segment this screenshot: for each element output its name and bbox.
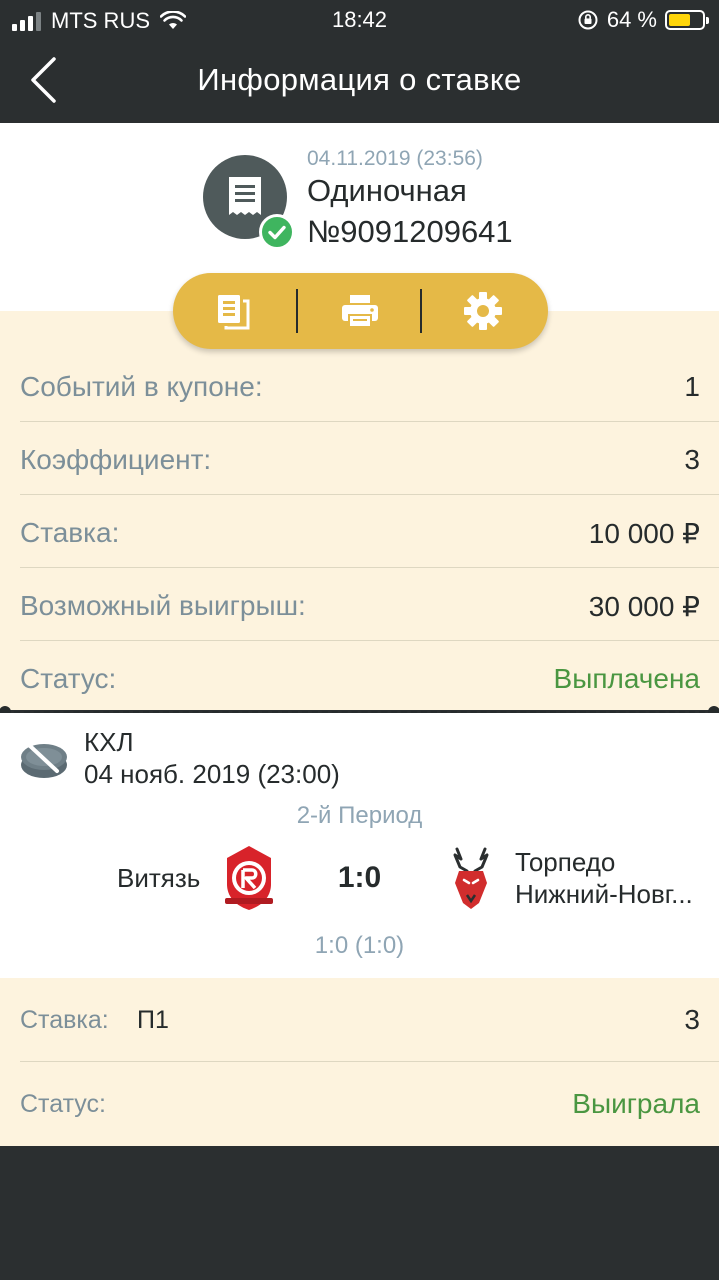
torpedo-logo-icon <box>453 847 489 909</box>
bet-type: Одиночная <box>307 173 467 208</box>
divider <box>296 289 298 333</box>
row-potential-win: Возможный выигрыш: 30 000 ₽ <box>0 568 719 641</box>
settings-button[interactable] <box>457 285 509 337</box>
copy-button[interactable] <box>208 285 260 337</box>
status-bar: MTS RUS 18:42 64 % <box>0 0 719 40</box>
row-label: Ставка: <box>20 517 120 548</box>
row-value: 3 <box>684 444 700 475</box>
outcome-stake-row: Ставка: П1 3 <box>0 978 719 1062</box>
row-events-count: Событий в купоне: 1 <box>0 349 719 422</box>
event-date: 04 нояб. 2019 (23:00) <box>84 759 340 789</box>
row-value: 1 <box>684 371 700 402</box>
outcome-odds: 3 <box>684 1004 700 1035</box>
page-title: Информация о ставке <box>197 62 522 97</box>
documents-icon <box>218 295 250 330</box>
row-label: Событий в купоне: <box>20 371 263 402</box>
away-team-city: Нижний-Новг... <box>515 879 693 909</box>
row-status: Статус: Выплачена <box>0 641 719 714</box>
row-value: 10 000 ₽ <box>588 518 700 549</box>
outcome-status: Выиграла <box>572 1088 700 1119</box>
row-stake: Ставка: 10 000 ₽ <box>0 495 719 568</box>
bet-pick: П1 <box>137 1006 169 1034</box>
gear-icon <box>464 292 502 330</box>
row-label: Возможный выигрыш: <box>20 590 306 621</box>
bet-summary: Событий в купоне: 1 Коэффициент: 3 Ставк… <box>0 311 719 710</box>
action-bar <box>173 273 548 349</box>
row-label: Коэффициент: <box>20 444 212 475</box>
event-period: 2-й Период <box>296 802 423 829</box>
period-score: 1:0 (1:0) <box>314 932 405 959</box>
divider <box>420 289 422 333</box>
battery-icon <box>665 10 709 30</box>
outcome-status-row: Статус: Выиграла <box>0 1062 719 1146</box>
event-card[interactable]: КХЛ 04 нояб. 2019 (23:00) 2-й Период Вит… <box>0 713 719 978</box>
check-icon <box>259 214 295 250</box>
row-label: Статус: <box>20 1090 106 1118</box>
row-label: Ставка: <box>20 1006 109 1034</box>
league-name: КХЛ <box>84 727 134 757</box>
bet-number: №9091209641 <box>307 214 513 249</box>
printer-icon <box>342 295 378 328</box>
row-odds: Коэффициент: 3 <box>0 422 719 495</box>
away-team-name: Торпедо <box>515 847 616 877</box>
status-value: Выплачена <box>553 663 700 694</box>
outcome-section: Ставка: П1 3 Статус: Выиграла <box>0 978 719 1146</box>
orientation-lock-icon <box>578 10 598 30</box>
navigation-bar: Информация о ставке <box>0 40 719 123</box>
battery-percent: 64 % <box>606 7 657 32</box>
hockey-puck-icon <box>21 743 67 778</box>
row-label: Статус: <box>20 663 117 694</box>
bet-date: 04.11.2019 (23:56) <box>307 147 483 170</box>
row-value: 30 000 ₽ <box>588 591 700 622</box>
print-button[interactable] <box>334 285 386 337</box>
